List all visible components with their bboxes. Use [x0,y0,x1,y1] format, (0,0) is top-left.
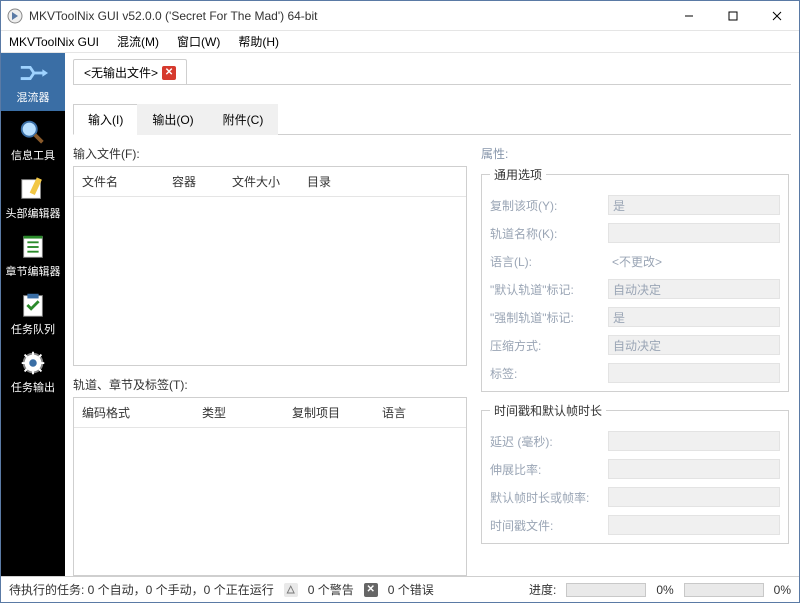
timing-legend: 时间戳和默认帧时长 [490,402,606,419]
error-icon: ✕ [364,583,378,597]
default-duration-label: 默认帧时长或帧率: [490,489,600,506]
close-icon[interactable]: ✕ [162,66,176,80]
content-area: <无输出文件> ✕ 输入(I) 输出(O) 附件(C) 输入文件(F): 文件名… [65,53,799,576]
col-codec[interactable]: 编码格式 [74,398,194,427]
tab-attachments[interactable]: 附件(C) [208,104,279,135]
default-flag-select[interactable]: 自动决定 [608,279,780,299]
sidebar-item-chapter-editor[interactable]: 章节编辑器 [1,227,65,285]
timing-group: 时间戳和默认帧时长 延迟 (毫秒): 伸展比率: 默认帧时长或帧率: 时间戳文件… [481,402,789,544]
sidebar-label-header: 头部编辑器 [6,205,61,221]
progress-bar-total [684,583,764,597]
tracks-body[interactable] [74,428,466,575]
menu-app[interactable]: MKVToolNix GUI [9,35,99,49]
progress-bar-current [566,583,646,597]
tags-input[interactable] [608,363,780,383]
compression-label: 压缩方式: [490,337,600,354]
tab-output[interactable]: 输出(O) [137,104,208,135]
status-warnings[interactable]: 0 个警告 [308,581,354,598]
tab-input[interactable]: 输入(I) [73,104,138,135]
document-tab-label: <无输出文件> [84,64,158,81]
col-lang[interactable]: 语言 [374,398,414,427]
document-tab[interactable]: <无输出文件> ✕ [73,59,187,85]
input-files-label: 输入文件(F): [73,145,467,162]
forced-flag-label: "强制轨道"标记: [490,309,600,326]
copy-item-select[interactable]: 是 [608,195,780,215]
job-output-icon [18,349,48,377]
track-name-label: 轨道名称(K): [490,225,600,242]
col-type[interactable]: 类型 [194,398,284,427]
tracks-header: 编码格式 类型 复制项目 语言 [74,398,466,428]
maximize-button[interactable] [711,1,755,30]
left-column: 输入文件(F): 文件名 容器 文件大小 目录 轨道、章节及标签(T): 编码格… [73,145,467,576]
progress-percent-current: 0% [656,583,673,597]
chapter-editor-icon [18,233,48,261]
files-body[interactable] [74,197,466,365]
forced-flag-select[interactable]: 是 [608,307,780,327]
tracks-list[interactable]: 编码格式 类型 复制项目 语言 [73,397,467,576]
timestamp-file-label: 时间戳文件: [490,517,600,534]
header-editor-icon [18,175,48,203]
copy-item-label: 复制该项(Y): [490,197,600,214]
right-column: 属性: 通用选项 复制该项(Y): 是 轨道名称(K): 语言(L): <不更改> … [481,145,791,576]
default-duration-input[interactable] [608,487,780,507]
menu-bar: MKVToolNix GUI 混流(M) 窗口(W) 帮助(H) [1,31,799,53]
language-select[interactable]: <不更改> [608,251,780,271]
delay-label: 延迟 (毫秒): [490,433,600,450]
job-queue-icon [18,291,48,319]
sidebar-item-job-queue[interactable]: 任务队列 [1,285,65,343]
sidebar-item-header-editor[interactable]: 头部编辑器 [1,169,65,227]
minimize-button[interactable] [667,1,711,30]
status-pending-tasks: 待执行的任务: 0 个自动，0 个手动，0 个正在运行 [9,581,274,598]
timestamp-file-input[interactable] [608,515,780,535]
files-header: 文件名 容器 文件大小 目录 [74,167,466,197]
menu-window[interactable]: 窗口(W) [177,33,220,50]
sidebar-label-chapter: 章节编辑器 [6,263,61,279]
tags-label: 标签: [490,365,600,382]
mux-tabs: 输入(I) 输出(O) 附件(C) [73,103,791,135]
general-options-group: 通用选项 复制该项(Y): 是 轨道名称(K): 语言(L): <不更改> "默认轨… [481,166,789,392]
compression-select[interactable]: 自动决定 [608,335,780,355]
app-icon [7,8,23,24]
status-bar: 待执行的任务: 0 个自动，0 个手动，0 个正在运行 △ 0 个警告 ✕ 0 … [1,576,799,602]
sidebar-label-queue: 任务队列 [11,321,55,337]
col-copy[interactable]: 复制项目 [284,398,374,427]
sidebar-label-muxer: 混流器 [17,89,50,105]
default-flag-label: "默认轨道"标记: [490,281,600,298]
sidebar-label-output: 任务输出 [11,379,55,395]
language-label: 语言(L): [490,253,600,270]
properties-label: 属性: [481,145,789,162]
progress-percent-total: 0% [774,583,791,597]
sidebar-label-info: 信息工具 [11,147,55,163]
close-button[interactable] [755,1,799,30]
window-title: MKVToolNix GUI v52.0.0 ('Secret For The … [29,9,667,23]
progress-label: 进度: [529,581,556,598]
muxer-icon [18,59,48,87]
main-area: 混流器 信息工具 头部编辑器 章节编辑器 任务队列 任务输出 <无输出文件> ✕ [1,53,799,576]
menu-mux[interactable]: 混流(M) [117,33,159,50]
col-container[interactable]: 容器 [164,167,224,196]
title-bar: MKVToolNix GUI v52.0.0 ('Secret For The … [1,1,799,31]
warning-icon: △ [284,583,298,597]
delay-input[interactable] [608,431,780,451]
sidebar-item-job-output[interactable]: 任务输出 [1,343,65,401]
status-errors[interactable]: 0 个错误 [388,581,434,598]
col-dir[interactable]: 目录 [299,167,339,196]
input-files-list[interactable]: 文件名 容器 文件大小 目录 [73,166,467,366]
stretch-input[interactable] [608,459,780,479]
document-tabs: <无输出文件> ✕ [73,59,791,85]
general-options-legend: 通用选项 [490,166,546,183]
input-panel: 输入文件(F): 文件名 容器 文件大小 目录 轨道、章节及标签(T): 编码格… [73,135,791,576]
col-size[interactable]: 文件大小 [224,167,299,196]
sidebar: 混流器 信息工具 头部编辑器 章节编辑器 任务队列 任务输出 [1,53,65,576]
col-filename[interactable]: 文件名 [74,167,164,196]
menu-help[interactable]: 帮助(H) [238,33,279,50]
track-name-input[interactable] [608,223,780,243]
info-icon [18,117,48,145]
sidebar-item-info[interactable]: 信息工具 [1,111,65,169]
sidebar-item-muxer[interactable]: 混流器 [1,53,65,111]
stretch-label: 伸展比率: [490,461,600,478]
tracks-label: 轨道、章节及标签(T): [73,376,467,393]
